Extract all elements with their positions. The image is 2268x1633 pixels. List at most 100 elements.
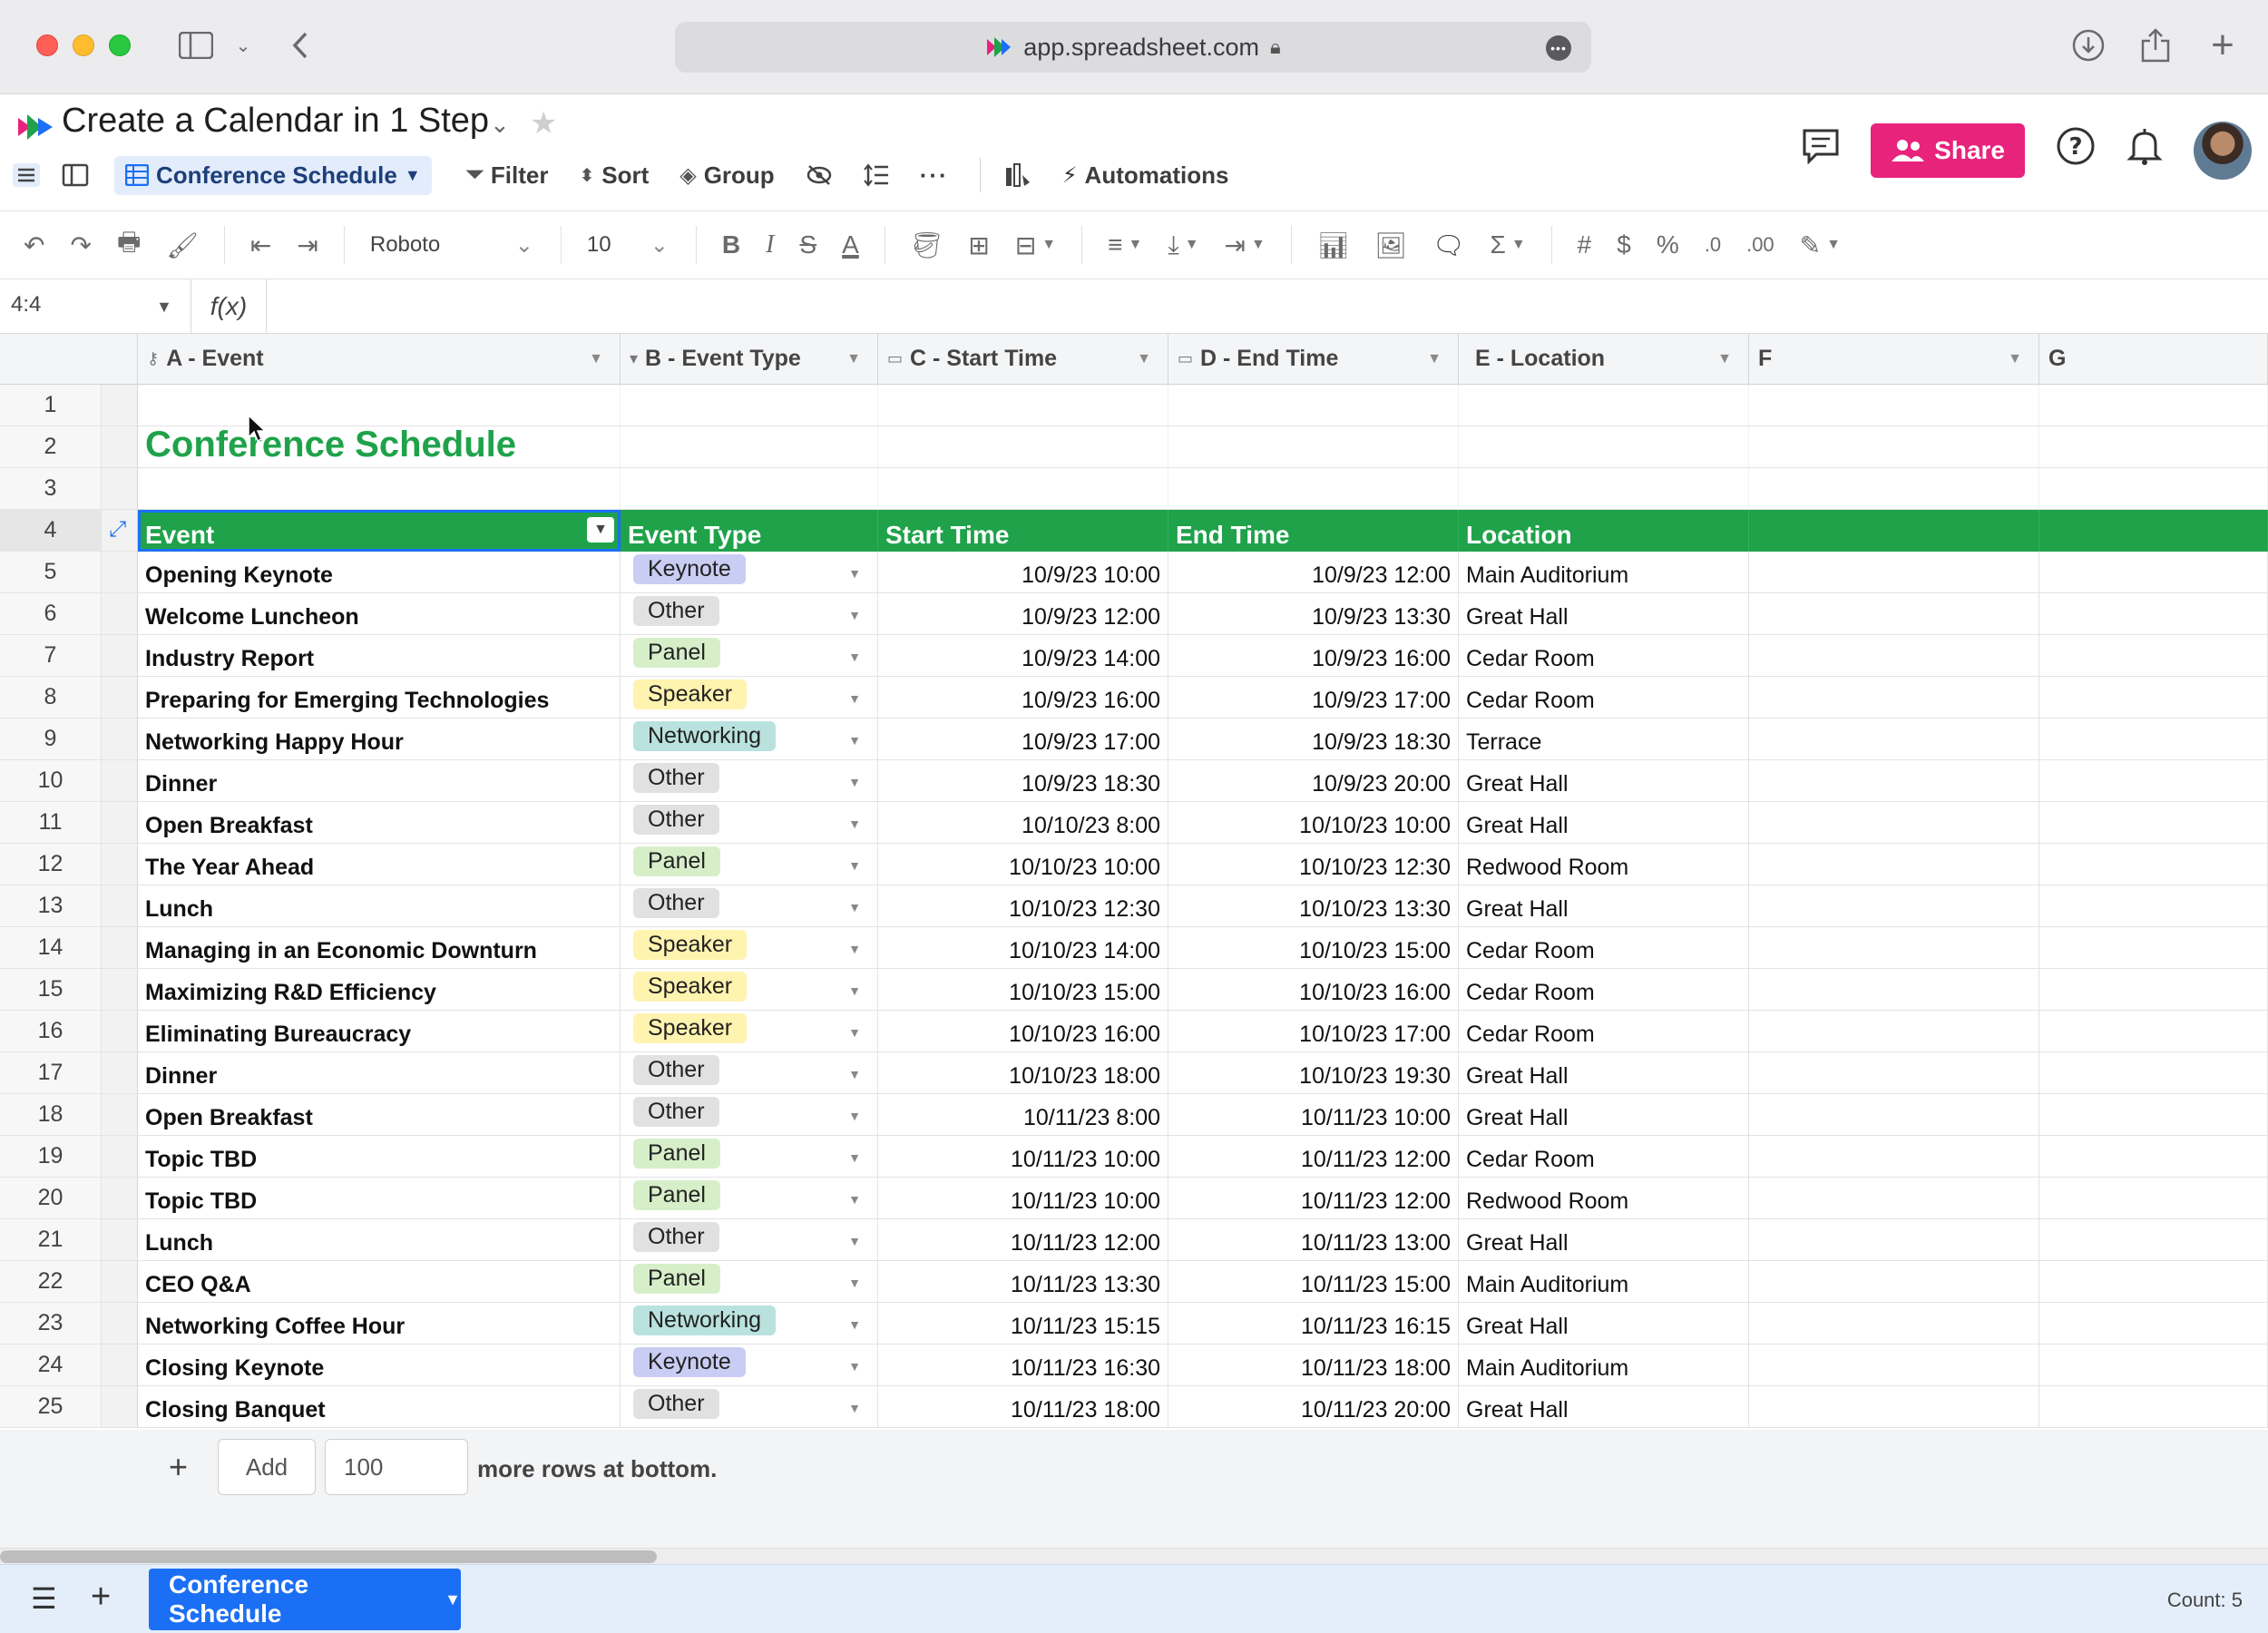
row-gutter[interactable] <box>102 1094 138 1136</box>
event-cell[interactable]: Closing Banquet <box>138 1386 621 1428</box>
empty-cell[interactable] <box>1168 426 1459 468</box>
add-sheet-icon[interactable]: + <box>91 1578 111 1617</box>
location-cell[interactable]: Cedar Room <box>1459 927 1749 969</box>
empty-cell[interactable] <box>2039 1219 2268 1261</box>
empty-cell[interactable] <box>1749 1386 2039 1428</box>
caret-down-icon[interactable]: ▼ <box>848 691 861 706</box>
event-type-cell[interactable]: Speaker ▼ <box>621 1011 878 1052</box>
start-time-cell[interactable]: 10/9/23 17:00 <box>878 719 1168 760</box>
sheet-tab-conference-schedule[interactable]: Conference Schedule ▼ <box>149 1569 461 1630</box>
empty-cell[interactable] <box>2039 1094 2268 1136</box>
location-cell[interactable]: Great Hall <box>1459 1219 1749 1261</box>
table-header-cell[interactable]: Start Time <box>878 510 1168 552</box>
end-time-cell[interactable]: 10/11/23 16:15 <box>1168 1303 1459 1345</box>
event-cell[interactable]: The Year Ahead <box>138 844 621 885</box>
empty-cell[interactable] <box>2039 1386 2268 1428</box>
caret-down-icon[interactable]: ▼ <box>445 1590 461 1609</box>
row-number[interactable]: 10 <box>0 760 102 802</box>
row-gutter[interactable] <box>102 552 138 593</box>
end-time-cell[interactable]: 10/11/23 20:00 <box>1168 1386 1459 1428</box>
start-time-cell[interactable]: 10/9/23 14:00 <box>878 635 1168 677</box>
row-gutter[interactable] <box>102 844 138 885</box>
download-icon[interactable] <box>2070 27 2107 64</box>
event-cell[interactable]: Opening Keynote <box>138 552 621 593</box>
caret-down-icon[interactable]: ▼ <box>848 566 861 581</box>
column-header-f[interactable]: F ▼ <box>1749 334 2039 385</box>
empty-cell[interactable] <box>878 426 1168 468</box>
bell-icon[interactable] <box>2126 126 2163 175</box>
function-icon[interactable]: f(x) <box>191 279 267 334</box>
start-time-cell[interactable]: 10/9/23 18:30 <box>878 760 1168 802</box>
location-cell[interactable]: Great Hall <box>1459 593 1749 635</box>
location-cell[interactable]: Cedar Room <box>1459 1011 1749 1052</box>
empty-cell[interactable] <box>1749 1261 2039 1303</box>
event-type-cell[interactable]: Speaker ▼ <box>621 677 878 719</box>
event-type-cell[interactable]: Panel ▼ <box>621 635 878 677</box>
end-time-cell[interactable]: 10/9/23 12:00 <box>1168 552 1459 593</box>
end-time-cell[interactable]: 10/10/23 19:30 <box>1168 1052 1459 1094</box>
end-time-cell[interactable]: 10/9/23 17:00 <box>1168 677 1459 719</box>
event-cell[interactable]: Dinner <box>138 1052 621 1094</box>
empty-cell[interactable] <box>1749 635 2039 677</box>
end-time-cell[interactable]: 10/10/23 12:30 <box>1168 844 1459 885</box>
text-color-icon[interactable]: A <box>842 230 859 259</box>
number-format-icon[interactable]: # <box>1578 230 1592 259</box>
empty-cell[interactable] <box>1168 468 1459 510</box>
table-header-cell[interactable] <box>1749 510 2039 552</box>
undo-icon[interactable]: ↶ <box>24 230 44 260</box>
event-cell[interactable]: Industry Report <box>138 635 621 677</box>
event-type-cell[interactable]: Speaker ▼ <box>621 969 878 1011</box>
conditional-format-button[interactable] <box>1004 162 1031 188</box>
empty-cell[interactable] <box>2039 426 2268 468</box>
caret-down-icon[interactable]: ▼ <box>848 1150 861 1165</box>
empty-cell[interactable] <box>1459 385 1749 426</box>
row-number[interactable]: 14 <box>0 927 102 969</box>
caret-down-icon[interactable]: ▼ <box>848 942 861 956</box>
column-header-c[interactable]: ▭ C - Start Time ▼ <box>878 334 1168 385</box>
event-type-cell[interactable]: Other ▼ <box>621 802 878 844</box>
end-time-cell[interactable]: 10/9/23 16:00 <box>1168 635 1459 677</box>
caret-down-icon[interactable]: ▼ <box>848 1359 861 1374</box>
empty-cell[interactable] <box>1749 1136 2039 1178</box>
row-height-button[interactable] <box>863 163 889 187</box>
location-cell[interactable]: Main Auditorium <box>1459 1261 1749 1303</box>
event-type-cell[interactable]: Other ▼ <box>621 1386 878 1428</box>
row-gutter[interactable] <box>102 677 138 719</box>
row-number[interactable]: 7 <box>0 635 102 677</box>
empty-cell[interactable] <box>1749 385 2039 426</box>
empty-cell[interactable] <box>2039 1303 2268 1345</box>
row-number[interactable]: 2 <box>0 426 102 468</box>
caret-down-icon[interactable]: ▼ <box>848 983 861 998</box>
sidebar-toggle-icon[interactable] <box>176 27 216 64</box>
event-type-cell[interactable]: Other ▼ <box>621 1094 878 1136</box>
caret-down-icon[interactable]: ▼ <box>848 1401 861 1415</box>
event-cell[interactable]: Welcome Luncheon <box>138 593 621 635</box>
location-cell[interactable]: Main Auditorium <box>1459 1345 1749 1386</box>
row-gutter[interactable] <box>102 1303 138 1345</box>
event-cell[interactable]: Topic TBD <box>138 1178 621 1219</box>
event-type-cell[interactable]: Speaker ▼ <box>621 927 878 969</box>
empty-cell[interactable] <box>621 468 878 510</box>
location-cell[interactable]: Main Auditorium <box>1459 552 1749 593</box>
location-cell[interactable]: Cedar Room <box>1459 677 1749 719</box>
caret-down-icon[interactable]: ▼ <box>848 775 861 789</box>
event-cell[interactable]: Open Breakfast <box>138 802 621 844</box>
event-type-cell[interactable]: Other ▼ <box>621 593 878 635</box>
row-number[interactable]: 19 <box>0 1136 102 1178</box>
bold-icon[interactable]: B <box>722 230 740 259</box>
document-title[interactable]: Create a Calendar in 1 Step <box>62 102 489 141</box>
share-button[interactable]: Share <box>1871 123 2025 178</box>
row-number[interactable]: 9 <box>0 719 102 760</box>
location-cell[interactable]: Great Hall <box>1459 885 1749 927</box>
start-time-cell[interactable]: 10/11/23 10:00 <box>878 1136 1168 1178</box>
end-time-cell[interactable]: 10/9/23 18:30 <box>1168 719 1459 760</box>
text-wrap-icon[interactable]: ⇥ ▼ <box>1225 230 1266 260</box>
end-time-cell[interactable]: 10/11/23 13:00 <box>1168 1219 1459 1261</box>
row-gutter[interactable] <box>102 927 138 969</box>
empty-cell[interactable] <box>2039 1052 2268 1094</box>
scrollbar-thumb[interactable] <box>0 1550 657 1563</box>
row-gutter[interactable] <box>102 635 138 677</box>
italic-icon[interactable]: I <box>766 230 774 259</box>
event-cell[interactable]: Closing Keynote <box>138 1345 621 1386</box>
row-gutter[interactable] <box>102 385 138 426</box>
